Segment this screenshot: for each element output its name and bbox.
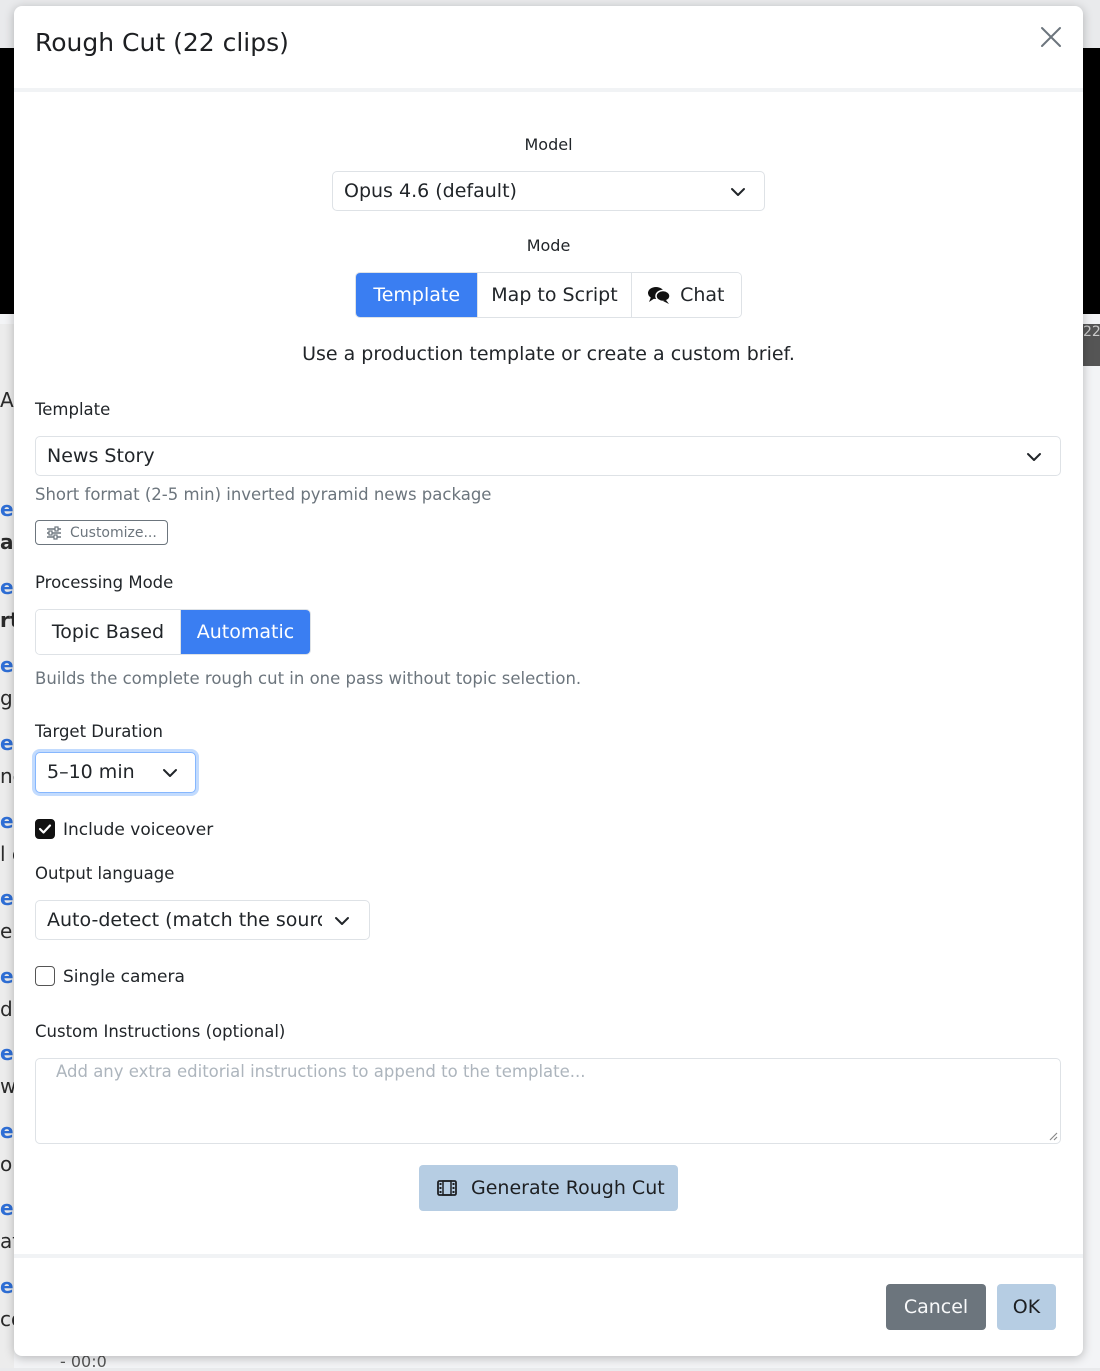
background-text: ne [0, 764, 14, 788]
target-duration-select[interactable]: 5–10 min [35, 752, 196, 793]
mode-chat-button[interactable]: Chat [630, 273, 741, 317]
single-camera-label: Single camera [63, 967, 185, 987]
dialog-title: Rough Cut (22 clips) [35, 28, 289, 57]
processing-automatic-button[interactable]: Automatic [179, 610, 310, 654]
model-label: Model [524, 135, 573, 154]
mode-label: Mode [526, 236, 571, 255]
ok-button[interactable]: OK [997, 1284, 1056, 1330]
processing-mode-segmented-control: Topic Based Automatic [35, 609, 311, 655]
background-text: er [0, 653, 14, 677]
custom-instructions-placeholder: Add any extra editorial instructions to … [56, 1062, 586, 1081]
chevron-down-icon [731, 188, 745, 196]
rough-cut-dialog: Rough Cut (22 clips) Model Opus 4.6 (def… [14, 6, 1083, 1356]
processing-topic-based-button[interactable]: Topic Based [36, 610, 180, 654]
background-text: Al [0, 388, 14, 412]
chevron-down-icon [163, 769, 177, 777]
background-text: l c [0, 842, 14, 866]
include-voiceover-checkbox[interactable] [35, 819, 55, 839]
chat-icon [648, 287, 671, 304]
template-select-value: News Story [47, 445, 155, 467]
cancel-button[interactable]: Cancel [886, 1284, 986, 1330]
background-text: er [0, 886, 14, 910]
background-text: co [0, 1307, 14, 1331]
template-select[interactable]: News Story [35, 436, 1061, 476]
background-text: we [0, 1074, 14, 1098]
background-text: er [0, 1196, 14, 1220]
footer-divider [14, 1254, 1083, 1258]
background-text: er [0, 497, 14, 521]
single-camera-checkbox[interactable] [35, 966, 55, 986]
background-text: er [0, 575, 14, 599]
background-text: d [0, 997, 13, 1021]
customize-button[interactable]: Customize... [35, 520, 168, 545]
output-language-value: Auto-detect (match the source) [47, 909, 322, 931]
background-text: rt [0, 608, 14, 632]
processing-mode-label: Processing Mode [35, 573, 174, 592]
background-text: er [0, 1274, 14, 1298]
background-text: er [0, 809, 14, 833]
background-badge: 22 [1083, 324, 1100, 366]
background-text: or [0, 1152, 14, 1176]
template-label: Template [35, 400, 111, 419]
resize-grip-icon[interactable] [1048, 1131, 1058, 1141]
target-duration-label: Target Duration [35, 722, 163, 741]
target-duration-value: 5–10 min [47, 761, 135, 783]
background-text: g [0, 686, 13, 710]
include-voiceover-label: Include voiceover [63, 820, 214, 840]
background-text: at [0, 1229, 14, 1253]
mode-segmented-control: Template Map to Script Chat [355, 272, 742, 318]
mode-map-to-script-button[interactable]: Map to Script [477, 273, 631, 317]
background-text: er [0, 1119, 14, 1143]
template-description: Short format (2-5 min) inverted pyramid … [35, 485, 492, 504]
chevron-down-icon [335, 917, 349, 925]
generate-rough-cut-button[interactable]: Generate Rough Cut [419, 1165, 678, 1211]
background-text: er [0, 731, 14, 755]
custom-instructions-textarea[interactable]: Add any extra editorial instructions to … [35, 1058, 1061, 1144]
film-icon [437, 1180, 457, 1196]
output-language-select[interactable]: Auto-detect (match the source) [35, 900, 370, 940]
background-text: e [0, 919, 13, 943]
custom-instructions-label: Custom Instructions (optional) [35, 1022, 286, 1041]
background-text: er [0, 964, 14, 988]
checkmark-icon [38, 824, 52, 834]
model-select-value: Opus 4.6 (default) [344, 180, 517, 202]
processing-mode-description: Builds the complete rough cut in one pas… [35, 669, 582, 688]
background-text: er [0, 1041, 14, 1065]
model-select[interactable]: Opus 4.6 (default) [332, 171, 765, 211]
dialog-header: Rough Cut (22 clips) [14, 6, 1083, 92]
mode-template-button[interactable]: Template [356, 273, 478, 317]
output-language-label: Output language [35, 864, 175, 883]
chevron-down-icon [1027, 453, 1041, 461]
close-icon[interactable] [1038, 24, 1064, 50]
sliders-icon [47, 525, 61, 540]
mode-description: Use a production template or create a cu… [302, 343, 795, 365]
background-text: a, [0, 530, 14, 554]
